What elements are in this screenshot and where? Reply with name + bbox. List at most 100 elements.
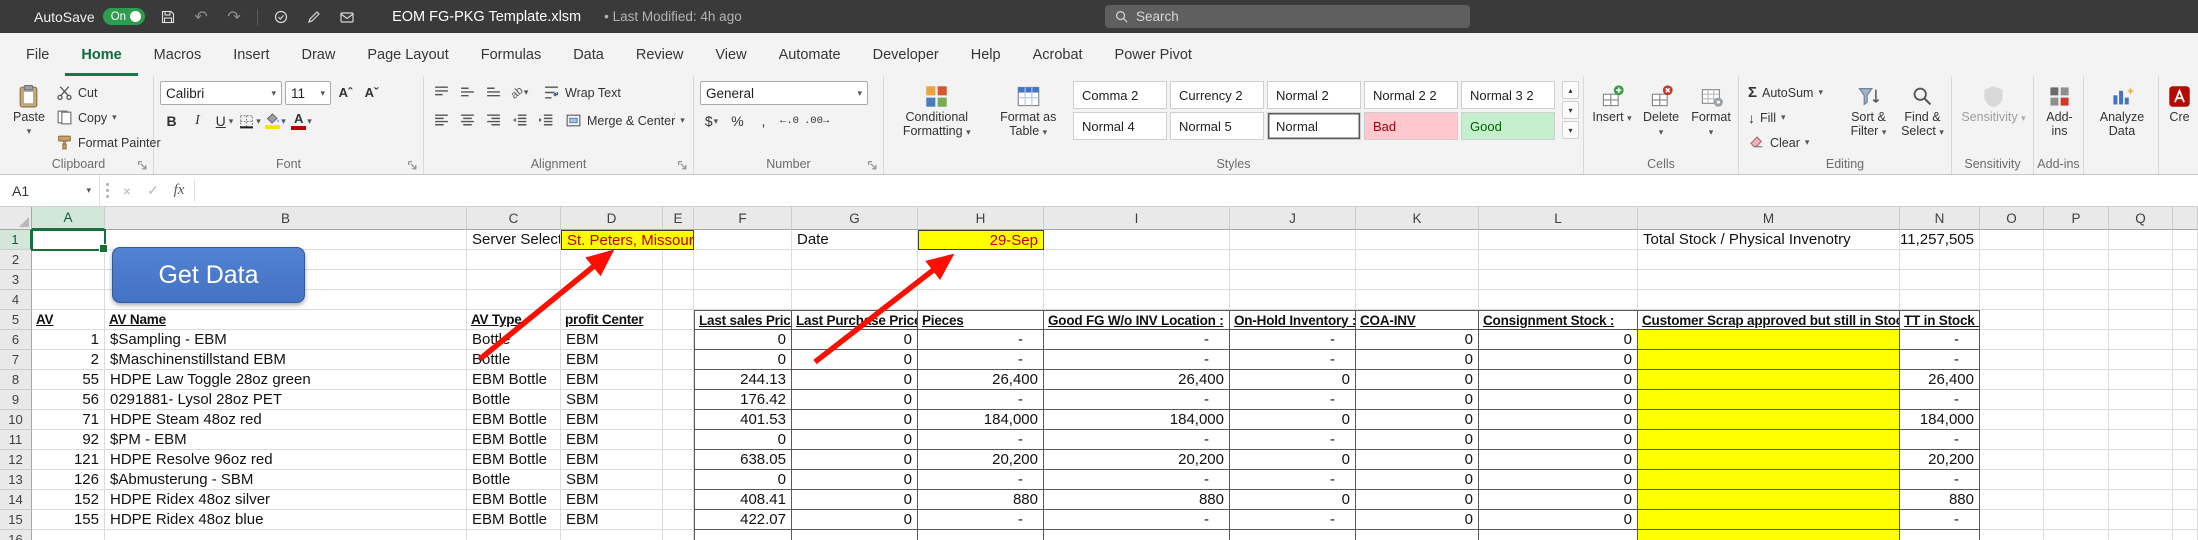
cell-J11[interactable]: -	[1230, 430, 1356, 450]
cell-G14[interactable]: 0	[792, 490, 918, 510]
cell-F9[interactable]: 176.42	[694, 390, 792, 410]
cell-Q14[interactable]	[2109, 490, 2173, 510]
cell-L8[interactable]: 0	[1479, 370, 1638, 390]
tab-page-layout[interactable]: Page Layout	[351, 33, 464, 76]
cell-C12[interactable]: EBM Bottle	[467, 450, 561, 470]
cell-H9[interactable]: -	[918, 390, 1044, 410]
style-normal-4[interactable]: Normal 4	[1073, 112, 1167, 140]
style-normal-5[interactable]: Normal 5	[1170, 112, 1264, 140]
cell-M7[interactable]	[1638, 350, 1900, 370]
row-header-6[interactable]: 6	[0, 330, 32, 350]
addins-button[interactable]: Add-ins	[2040, 81, 2079, 138]
name-box[interactable]: A1 ▾	[0, 175, 100, 206]
align-top-button[interactable]	[430, 82, 453, 104]
cell-I3[interactable]	[1044, 270, 1230, 290]
tab-developer[interactable]: Developer	[857, 33, 955, 76]
cell-E3[interactable]	[663, 270, 694, 290]
cell-C4[interactable]	[467, 290, 561, 310]
cell-B9[interactable]: 0291881- Lysol 28oz PET	[105, 390, 467, 410]
cell-J4[interactable]	[1230, 290, 1356, 310]
insert-cells-button[interactable]: Insert ▾	[1590, 81, 1634, 125]
cell-K1[interactable]	[1356, 230, 1479, 250]
cell-I13[interactable]: -	[1044, 470, 1230, 490]
font-name-combo[interactable]: Calibri ▾	[160, 81, 282, 105]
cell-K6[interactable]: 0	[1356, 330, 1479, 350]
search-box[interactable]: Search	[1105, 5, 1470, 28]
cell-K13[interactable]: 0	[1356, 470, 1479, 490]
cell-P12[interactable]	[2044, 450, 2109, 470]
cell-F1[interactable]	[694, 230, 792, 250]
cell-E5[interactable]	[663, 310, 694, 330]
cell-Q8[interactable]	[2109, 370, 2173, 390]
cell-H2[interactable]	[918, 250, 1044, 270]
cell-A12[interactable]: 121	[32, 450, 105, 470]
cell-J9[interactable]: -	[1230, 390, 1356, 410]
cell-N4[interactable]	[1900, 290, 1980, 310]
increase-indent-button[interactable]	[534, 110, 557, 132]
cell-K14[interactable]: 0	[1356, 490, 1479, 510]
style-normal-2-2[interactable]: Normal 2 2	[1364, 81, 1458, 109]
cell-x7[interactable]	[2173, 350, 2198, 370]
cell-B16[interactable]	[105, 530, 467, 540]
cell-x10[interactable]	[2173, 410, 2198, 430]
cell-A1[interactable]	[32, 230, 105, 250]
cell-O7[interactable]	[1980, 350, 2044, 370]
cell-x15[interactable]	[2173, 510, 2198, 530]
cell-Q16[interactable]	[2109, 530, 2173, 540]
cell-N15[interactable]: -	[1900, 510, 1980, 530]
cell-F3[interactable]	[694, 270, 792, 290]
cell-P5[interactable]	[2044, 310, 2109, 330]
cell-L15[interactable]: 0	[1479, 510, 1638, 530]
cell-I10[interactable]: 184,000	[1044, 410, 1230, 430]
cell-G5[interactable]: Last Purchase Price	[792, 310, 918, 330]
tab-formulas[interactable]: Formulas	[465, 33, 557, 76]
cell-A10[interactable]: 71	[32, 410, 105, 430]
cell-J5[interactable]: On-Hold Inventory :	[1230, 310, 1356, 330]
format-painter-button[interactable]: Format Painter	[53, 131, 164, 154]
cell-F7[interactable]: 0	[694, 350, 792, 370]
cell-N13[interactable]: -	[1900, 470, 1980, 490]
cell-E8[interactable]	[663, 370, 694, 390]
autosum-button[interactable]: Σ AutoSum ▾	[1745, 81, 1839, 104]
cell-K10[interactable]: 0	[1356, 410, 1479, 430]
cell-B8[interactable]: HDPE Law Toggle 28oz green	[105, 370, 467, 390]
cell-K16[interactable]	[1356, 530, 1479, 540]
cell-B12[interactable]: HDPE Resolve 96oz red	[105, 450, 467, 470]
cell-F2[interactable]	[694, 250, 792, 270]
cell-H5[interactable]: Pieces	[918, 310, 1044, 330]
row-header-14[interactable]: 14	[0, 490, 32, 510]
cell-A6[interactable]: 1	[32, 330, 105, 350]
cell-N3[interactable]	[1900, 270, 1980, 290]
cell-E13[interactable]	[663, 470, 694, 490]
cell-J13[interactable]: -	[1230, 470, 1356, 490]
cell-H12[interactable]: 20,200	[918, 450, 1044, 470]
cell-L10[interactable]: 0	[1479, 410, 1638, 430]
cell-G15[interactable]: 0	[792, 510, 918, 530]
cell-Q10[interactable]	[2109, 410, 2173, 430]
cell-J12[interactable]: 0	[1230, 450, 1356, 470]
cell-K5[interactable]: COA-INV	[1356, 310, 1479, 330]
cell-A13[interactable]: 126	[32, 470, 105, 490]
cell-K7[interactable]: 0	[1356, 350, 1479, 370]
column-header-partial[interactable]	[2173, 207, 2198, 230]
cell-B13[interactable]: $Abmusterung - SBM	[105, 470, 467, 490]
adobe-create-pdf-button[interactable]: Cre	[2165, 81, 2192, 125]
sort-filter-button[interactable]: Sort &Filter ▾	[1844, 81, 1893, 138]
cell-F10[interactable]: 401.53	[694, 410, 792, 430]
cell-E15[interactable]	[663, 510, 694, 530]
align-center-button[interactable]	[456, 110, 479, 132]
cell-L16[interactable]	[1479, 530, 1638, 540]
cell-D9[interactable]: SBM	[561, 390, 663, 410]
cut-button[interactable]: Cut	[53, 81, 164, 104]
column-header-B[interactable]: B	[105, 207, 467, 230]
cell-Q11[interactable]	[2109, 430, 2173, 450]
cell-H10[interactable]: 184,000	[918, 410, 1044, 430]
cell-F15[interactable]: 422.07	[694, 510, 792, 530]
delete-cells-button[interactable]: Delete ▾	[1639, 81, 1683, 138]
wrap-text-button[interactable]: Wrap Text	[540, 81, 624, 104]
column-header-F[interactable]: F	[694, 207, 792, 230]
cell-B11[interactable]: $PM - EBM	[105, 430, 467, 450]
paste-button[interactable]: Paste ▾	[10, 81, 48, 136]
cell-E14[interactable]	[663, 490, 694, 510]
cell-B14[interactable]: HDPE Ridex 48oz silver	[105, 490, 467, 510]
